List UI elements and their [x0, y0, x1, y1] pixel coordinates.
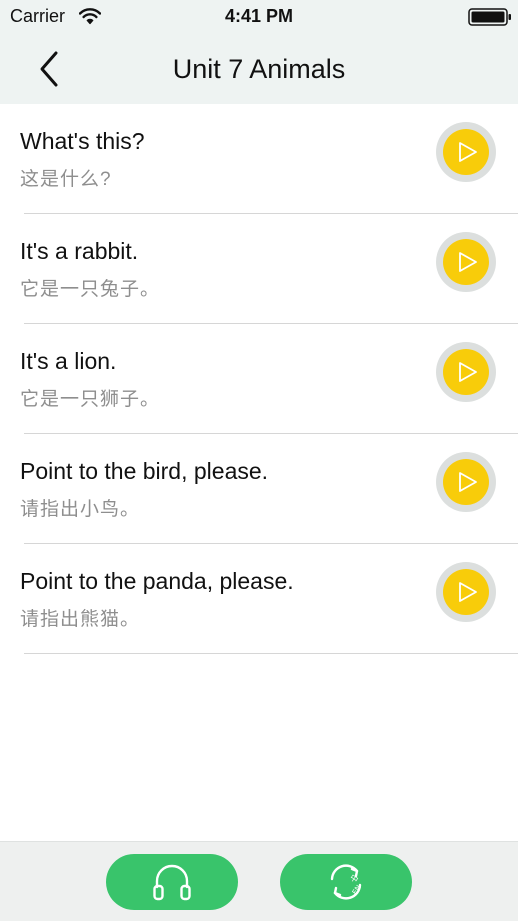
sentence-chinese: 它是一只狮子。	[20, 389, 161, 410]
sentence-chinese: 这是什么?	[20, 169, 112, 190]
sentence-chinese: 它是一只兔子。	[20, 279, 161, 300]
play-button-fill	[443, 239, 489, 285]
status-time: 4:41 PM	[224, 6, 294, 26]
sentence-english: What's this?	[20, 128, 145, 154]
play-icon	[459, 582, 477, 602]
headphones-icon	[153, 864, 191, 901]
play-button[interactable]	[436, 452, 496, 512]
sentence-english: Point to the bird, please.	[20, 458, 269, 484]
play-button[interactable]	[436, 122, 496, 182]
sentence-english: Point to the panda, please.	[20, 568, 294, 594]
translate-badge-zh: 中	[348, 872, 360, 885]
play-button[interactable]	[436, 562, 496, 622]
language-switch-icon: 中 EN	[330, 864, 363, 900]
sentence-list: What's this? 这是什么? It's a rabbit. 它是一只兔子…	[0, 104, 518, 654]
page-title: Unit 7 Animals	[172, 54, 346, 84]
battery-icon	[468, 8, 511, 26]
sentence-chinese: 请指出熊猫。	[20, 609, 141, 630]
play-icon	[459, 472, 477, 492]
play-button[interactable]	[436, 342, 496, 402]
nav-bar: Unit 7 Animals	[0, 34, 518, 104]
list-item: What's this? 这是什么?	[0, 104, 518, 214]
sentence-chinese: 请指出小鸟。	[20, 499, 141, 520]
list-item: It's a rabbit. 它是一只兔子。	[0, 214, 518, 324]
play-button-fill	[443, 349, 489, 395]
play-button[interactable]	[436, 232, 496, 292]
play-button-fill	[443, 569, 489, 615]
list-item: It's a lion. 它是一只狮子。	[0, 324, 518, 434]
sentence-english: It's a lion.	[20, 348, 117, 374]
list-item: Point to the bird, please. 请指出小鸟。	[0, 434, 518, 544]
status-bar: Carrier 4:41 PM	[0, 0, 518, 34]
play-button-fill	[443, 459, 489, 505]
sentence-english: It's a rabbit.	[20, 238, 139, 264]
listen-all-button[interactable]	[106, 854, 238, 910]
play-icon	[459, 362, 477, 382]
play-icon	[459, 252, 477, 272]
list-item: Point to the panda, please. 请指出熊猫。	[0, 544, 518, 654]
language-switch-button[interactable]: 中 EN	[280, 854, 412, 910]
play-button-fill	[443, 129, 489, 175]
play-icon	[459, 142, 477, 162]
bottom-toolbar: 中 EN	[0, 841, 518, 921]
